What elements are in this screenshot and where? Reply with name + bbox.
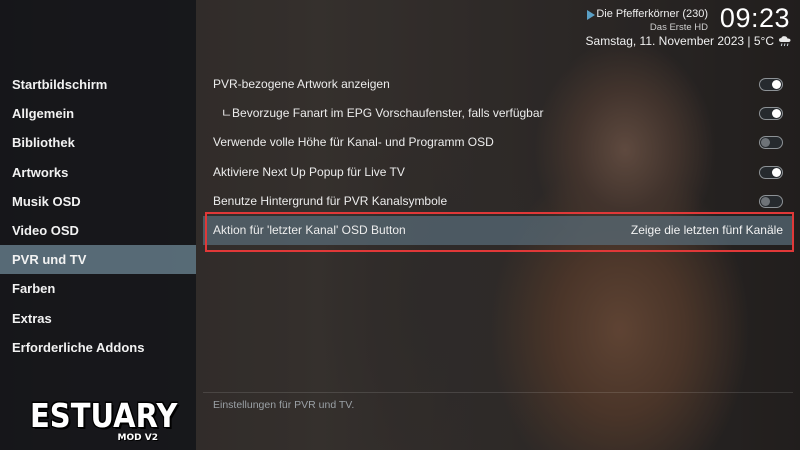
toggle-knob xyxy=(772,109,781,119)
setting-next-up-popup[interactable]: Aktiviere Next Up Popup für Live TV xyxy=(203,158,793,187)
toggle-knob xyxy=(761,138,770,148)
toggle-knob xyxy=(772,167,781,177)
estuary-logo: ESTUARY MOD V2 xyxy=(30,395,178,444)
sidebar-item-video-osd[interactable]: Video OSD xyxy=(0,216,196,245)
sidebar-item-allgemein[interactable]: Allgemein xyxy=(0,99,196,128)
setting-pvr-artwork[interactable]: PVR-bezogene Artwork anzeigen xyxy=(203,70,793,99)
toggle-switch[interactable] xyxy=(759,136,783,150)
now-playing-title: Die Pfefferkörner (230) xyxy=(596,8,708,20)
setting-label: Aktiviere Next Up Popup für Live TV xyxy=(213,164,405,179)
toggle-switch[interactable] xyxy=(759,165,783,179)
sidebar-item-farben[interactable]: Farben xyxy=(0,274,196,303)
sidebar-item-artworks[interactable]: Artworks xyxy=(0,158,196,187)
toggle-knob xyxy=(772,80,781,89)
toggle-knob xyxy=(761,196,770,206)
setting-label: PVR-bezogene Artwork anzeigen xyxy=(213,77,390,91)
play-icon xyxy=(587,10,595,20)
setting-description: Einstellungen für PVR und TV. xyxy=(213,399,355,411)
sidebar: Startbildschirm Allgemein Bibliothek Art… xyxy=(0,0,196,450)
logo-subtitle: MOD V2 xyxy=(117,433,158,443)
toggle-switch[interactable] xyxy=(759,194,783,208)
sidebar-item-extras[interactable]: Extras xyxy=(0,304,196,333)
footer-divider xyxy=(203,392,793,393)
sidebar-item-startbildschirm[interactable]: Startbildschirm xyxy=(0,70,196,99)
header: Die Pfefferkörner (230) Das Erste HD 09:… xyxy=(500,0,800,60)
sidebar-item-pvr-und-tv[interactable]: PVR und TV xyxy=(0,245,196,275)
setting-label: Verwende volle Höhe für Kanal- und Progr… xyxy=(213,135,494,150)
sidebar-item-erforderliche-addons[interactable]: Erforderliche Addons xyxy=(0,333,196,362)
toggle-switch[interactable] xyxy=(759,78,783,91)
channel-name: Das Erste HD xyxy=(649,22,708,33)
sidebar-item-musik-osd[interactable]: Musik OSD xyxy=(0,187,196,216)
cloud-rain-icon xyxy=(779,36,791,47)
date-weather: Samstag, 11. November 2023 | 5°C xyxy=(585,34,774,48)
setting-channel-icon-background[interactable]: Benutze Hintergrund für PVR Kanalsymbole xyxy=(203,187,793,216)
settings-list: PVR-bezogene Artwork anzeigen ㄴBevorzuge… xyxy=(203,70,793,246)
sidebar-item-bibliothek[interactable]: Bibliothek xyxy=(0,128,196,157)
toggle-switch[interactable] xyxy=(759,107,783,121)
setting-last-channel-action[interactable]: Aktion für 'letzter Kanal' OSD Button Ze… xyxy=(203,215,793,246)
setting-fanart-epg[interactable]: ㄴBevorzuge Fanart im EPG Vorschaufenster… xyxy=(203,99,793,128)
clock: 09:23 xyxy=(719,3,790,33)
logo-text: ESTUARY xyxy=(30,395,178,435)
setting-label: Aktion für 'letzter Kanal' OSD Button xyxy=(213,222,406,237)
setting-value: Zeige die letzten fünf Kanäle xyxy=(630,222,783,237)
setting-label: Benutze Hintergrund für PVR Kanalsymbole xyxy=(213,193,448,208)
setting-full-height-osd[interactable]: Verwende volle Höhe für Kanal- und Progr… xyxy=(203,128,793,157)
setting-label: ㄴBevorzuge Fanart im EPG Vorschaufenster… xyxy=(221,106,544,121)
sidebar-menu: Startbildschirm Allgemein Bibliothek Art… xyxy=(0,70,196,362)
